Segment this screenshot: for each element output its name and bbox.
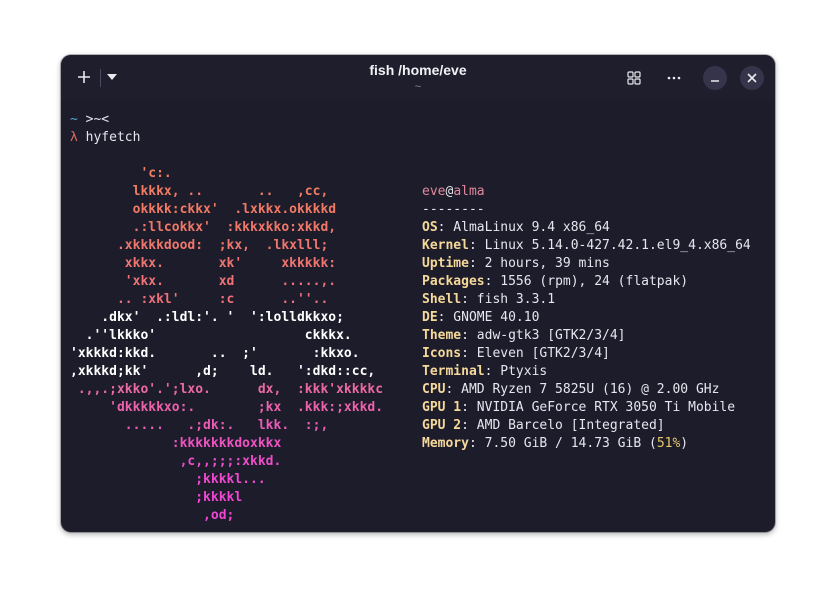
ascii-logo-line: .dkx' .:ldl:'. ' ':lolldkkxo; xyxy=(70,310,344,325)
info-key: GPU 2 xyxy=(422,418,462,433)
info-value: : fish 3.3.1 xyxy=(461,292,556,307)
user-host: eve@alma xyxy=(422,183,485,201)
info-row: Kernel: Linux 5.14.0-427.42.1.el9_4.x86_… xyxy=(422,237,751,255)
info-row: Uptime: 2 hours, 39 mins xyxy=(422,255,610,273)
ascii-logo-line: 'c:. xyxy=(70,166,172,181)
ascii-logo-line: 'xkkkd:kkd. .. ;' :kkxo. xyxy=(70,346,360,361)
info-row: GPU 2: AMD Barcelo [Integrated] xyxy=(422,417,665,435)
info-key: OS xyxy=(422,220,438,235)
terminal-content[interactable]: ~ >~< λ hyfetch 'c:. lkkkx, .. .. ,cc, o… xyxy=(70,111,770,526)
info-key: Icons xyxy=(422,346,462,361)
info-value: : NVIDIA GeForce RTX 3050 Ti Mobile xyxy=(461,400,736,415)
ascii-logo-line: .,,.;xkko'.';lxo. dx, :kkk'xkkkkc xyxy=(70,382,384,397)
grid-icon xyxy=(627,71,641,85)
terminal-window: fish /home/eve ~ ~ >~< λ hyfetch 'c:. lk… xyxy=(61,55,775,532)
ascii-logo-line: ;kkkkl... xyxy=(70,472,266,487)
prompt-line: ~ >~< xyxy=(70,111,109,129)
ascii-logo-line: ,xkkkd;kk' ,d; ld. ':dkd::cc, xyxy=(70,364,376,379)
prompt-lambda: λ xyxy=(70,130,78,145)
info-value: : AMD Ryzen 7 5825U (16) @ 2.00 GHz xyxy=(445,382,720,397)
username: eve xyxy=(422,184,446,199)
info-value: : adw-gtk3 [GTK2/3/4] xyxy=(461,328,626,343)
info-key: GPU 1 xyxy=(422,400,462,415)
close-button[interactable] xyxy=(740,66,764,90)
memory-percent: 51% xyxy=(656,436,681,451)
info-row: OS: AlmaLinux 9.4 x86_64 xyxy=(422,219,610,237)
info-row: Theme: adw-gtk3 [GTK2/3/4] xyxy=(422,327,626,345)
ascii-logo-line: .xkkkkdood: ;kx, .lkxlll; xyxy=(70,238,329,253)
info-row: DE: GNOME 40.10 xyxy=(422,309,539,327)
prompt-text: >~< xyxy=(77,112,110,127)
ascii-logo-line: ..... .;dk:. lkk. :;, xyxy=(70,418,329,433)
info-key: Kernel xyxy=(422,238,469,253)
info-value: : 1556 (rpm), 24 (flatpak) xyxy=(484,274,689,289)
tab-overview-button[interactable] xyxy=(623,67,645,89)
ascii-logo-line: lkkkx, .. .. ,cc, xyxy=(70,184,329,199)
info-value-tail: ) xyxy=(680,436,689,451)
ascii-logo-line: :kkkkkkkdoxkkx xyxy=(70,436,282,451)
info-key: Uptime xyxy=(422,256,469,271)
info-key: Shell xyxy=(422,292,462,307)
info-row: CPU: AMD Ryzen 7 5825U (16) @ 2.00 GHz xyxy=(422,381,719,399)
header-bar: fish /home/eve ~ xyxy=(61,55,775,100)
minimize-button[interactable] xyxy=(703,66,727,90)
info-key: Theme xyxy=(422,328,462,343)
close-icon xyxy=(747,73,757,83)
info-row: Icons: Eleven [GTK2/3/4] xyxy=(422,345,610,363)
info-value: : 7.50 GiB / 14.73 GiB ( xyxy=(468,436,657,451)
hostname: alma xyxy=(453,184,485,199)
info-value: : AMD Barcelo [Integrated] xyxy=(461,418,665,433)
info-value: : AlmaLinux 9.4 x86_64 xyxy=(437,220,610,235)
info-value: : Linux 5.14.0-427.42.1.el9_4.x86_64 xyxy=(468,238,751,253)
ascii-logo-line: xkkx. xk' xkkkkk: xyxy=(70,256,337,271)
info-row: Shell: fish 3.3.1 xyxy=(422,291,555,309)
ascii-logo-line: 'dkkkkkxo:. ;kx .kkk:;xkkd. xyxy=(70,400,384,415)
info-key: Packages xyxy=(422,274,485,289)
info-key: DE xyxy=(422,310,438,325)
ascii-logo-line: .:llcokkx' :kkkxkko:xkkd, xyxy=(70,220,337,235)
ascii-logo-line: okkkk:ckkx' .lxkkx.okkkkd xyxy=(70,202,337,217)
info-key: Terminal xyxy=(422,364,485,379)
minimize-icon xyxy=(711,80,719,82)
command-line: λ hyfetch xyxy=(70,129,140,147)
info-key: CPU xyxy=(422,382,446,397)
info-value: : Eleven [GTK2/3/4] xyxy=(461,346,610,361)
prompt-tilde: ~ xyxy=(70,112,78,127)
info-key: Memory xyxy=(422,436,469,451)
info-row: Terminal: Ptyxis xyxy=(422,363,547,381)
ascii-logo-line: ;kkkkl xyxy=(70,490,243,505)
ascii-logo-line: ,od; xyxy=(70,508,235,523)
info-row: Packages: 1556 (rpm), 24 (flatpak) xyxy=(422,273,688,291)
info-row: GPU 1: NVIDIA GeForce RTX 3050 Ti Mobile xyxy=(422,399,735,417)
info-value: : 2 hours, 39 mins xyxy=(468,256,610,271)
info-separator: -------- xyxy=(422,202,485,217)
ascii-logo-line: .. :xkl' :c ..''.. xyxy=(70,292,329,307)
info-value: : Ptyxis xyxy=(484,364,548,379)
info-row: Memory: 7.50 GiB / 14.73 GiB (51%) xyxy=(422,435,688,453)
more-horizontal-icon xyxy=(667,76,681,80)
info-value: : GNOME 40.10 xyxy=(437,310,540,325)
ascii-logo-line: 'xkx. xd .....,. xyxy=(70,274,337,289)
main-menu-button[interactable] xyxy=(663,67,685,89)
ascii-logo-line: .''lkkko' ckkkx. xyxy=(70,328,352,343)
ascii-logo-line: ,c,,;;;:xkkd. xyxy=(70,454,282,469)
command-text: hyfetch xyxy=(77,130,141,145)
